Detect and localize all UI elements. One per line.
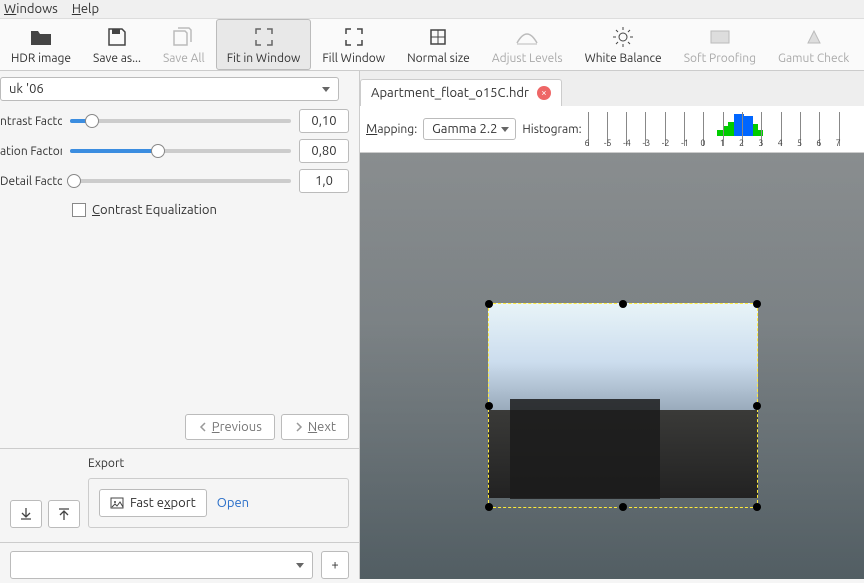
folder-icon [30, 26, 52, 48]
saturation-label: ation Factor [0, 145, 62, 158]
save-icon [106, 26, 128, 48]
previous-button[interactable]: Previous [185, 414, 275, 440]
histogram[interactable]: 6 -5 -4 -3 -2 -1 0 1 2 3 4 5 6 7 [588, 112, 858, 146]
contrast-eq-label: Contrast Equalization [92, 203, 217, 217]
image-viewport[interactable] [360, 153, 864, 579]
add-button[interactable]: + [321, 551, 349, 579]
contrast-slider[interactable] [70, 119, 291, 123]
sun-icon [612, 26, 634, 48]
fill-icon [343, 26, 365, 48]
export-down-button[interactable] [10, 500, 42, 528]
menu-help[interactable]: Help [72, 2, 99, 16]
chevron-right-icon [294, 422, 304, 432]
menu-bar: Windows Help [0, 0, 864, 19]
histogram-label: Histogram: [522, 123, 581, 136]
contrast-label: ntrast Factor [0, 115, 62, 128]
tab-apartment[interactable]: Apartment_float_o15C.hdr × [360, 79, 562, 106]
saturation-value[interactable]: 0,80 [299, 139, 349, 163]
fit-window-button[interactable]: Fit in Window [216, 19, 312, 70]
image-area: Apartment_float_o15C.hdr × Mapping: Gamm… [360, 71, 864, 579]
upload-icon [57, 507, 71, 521]
mapping-bar: Mapping: Gamma 2.2 Histogram: 6 -5 -4 -3… [360, 106, 864, 153]
contrast-eq-checkbox[interactable] [72, 203, 86, 217]
crop-rectangle[interactable] [488, 303, 758, 508]
soft-proofing-button[interactable]: Soft Proofing [673, 19, 767, 70]
saturation-slider[interactable] [70, 149, 291, 153]
normal-size-button[interactable]: Normal size [396, 19, 481, 70]
save-all-icon [173, 26, 195, 48]
close-icon[interactable]: × [537, 86, 551, 100]
white-balance-button[interactable]: White Balance [574, 19, 673, 70]
tab-label: Apartment_float_o15C.hdr [371, 86, 529, 100]
image-icon [110, 496, 124, 510]
operator-value: uk '06 [9, 82, 44, 96]
queue-select[interactable] [10, 551, 313, 579]
bottom-bar: + [0, 542, 359, 579]
export-panel: Export Fast export Open [0, 448, 359, 542]
document-tabs: Apartment_float_o15C.hdr × [360, 71, 864, 106]
save-all-button[interactable]: Save All [152, 19, 216, 70]
tonemap-panel: uk '06 ntrast Factor 0,10 ation Factor 0… [0, 71, 360, 579]
fit-icon [253, 26, 275, 48]
export-up-button[interactable] [48, 500, 80, 528]
levels-icon [516, 26, 538, 48]
contrast-value[interactable]: 0,10 [299, 109, 349, 133]
chevron-down-icon [322, 87, 330, 92]
save-as-button[interactable]: Save as... [82, 19, 152, 70]
fast-export-button[interactable]: Fast export [99, 489, 207, 517]
open-link[interactable]: Open [217, 496, 249, 510]
normal-size-icon [427, 26, 449, 48]
main-toolbar: HDR image Save as... Save All Fit in Win… [0, 19, 864, 71]
menu-windows[interactable]: Windows [4, 2, 58, 16]
gamut-check-button[interactable]: Gamut Check [767, 19, 860, 70]
chevron-left-icon [198, 422, 208, 432]
export-title: Export [88, 457, 349, 470]
proof-icon [709, 26, 731, 48]
detail-slider[interactable] [70, 179, 291, 183]
detail-value[interactable]: 1,0 [299, 169, 349, 193]
adjust-levels-button[interactable]: Adjust Levels [481, 19, 574, 70]
hdr-image-button[interactable]: HDR image [0, 19, 82, 70]
plus-icon: + [331, 558, 338, 572]
mapping-select[interactable]: Gamma 2.2 [423, 118, 516, 140]
download-icon [19, 507, 33, 521]
fill-window-button[interactable]: Fill Window [311, 19, 396, 70]
chevron-down-icon [296, 563, 304, 568]
detail-label: Detail Factor [0, 175, 62, 188]
gamut-icon [803, 26, 825, 48]
operator-select[interactable]: uk '06 [0, 77, 339, 101]
mapping-label: Mapping: [366, 122, 417, 136]
next-button[interactable]: Next [281, 414, 349, 440]
